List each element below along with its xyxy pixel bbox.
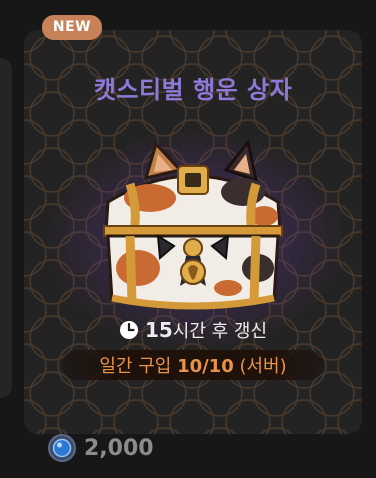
purchase-limit-suffix: (서버): [233, 356, 287, 377]
refresh-timer-text: 15시간 후 갱신: [145, 317, 267, 343]
purchase-limit-prefix: 일간 구입: [99, 356, 178, 377]
refresh-suffix: 시간 후 갱신: [172, 321, 268, 342]
clock-icon: [119, 321, 138, 339]
item-title: 캣스티벌 행운 상자: [93, 76, 293, 104]
new-badge: NEW: [42, 15, 102, 40]
purchase-limit-text: 일간 구입 10/10 (서버): [99, 352, 286, 378]
refresh-timer: 15시간 후 갱신: [24, 315, 362, 345]
purchase-limit-banner: 일간 구입 10/10 (서버): [62, 350, 324, 380]
price-button[interactable]: 2,000: [48, 432, 154, 464]
previous-card-edge[interactable]: [0, 58, 12, 398]
price-amount: 2,000: [84, 435, 154, 461]
purchase-limit-count: 10/10: [177, 356, 234, 377]
shop-screen: NEW 캣스티벌 행운 상자 15시간 후 갱신 일간 구입 10/10 (서버…: [0, 0, 376, 478]
cat-chest-icon: [103, 140, 283, 310]
refresh-hours: 15: [144, 318, 173, 342]
blue-coin-icon: [48, 434, 76, 462]
